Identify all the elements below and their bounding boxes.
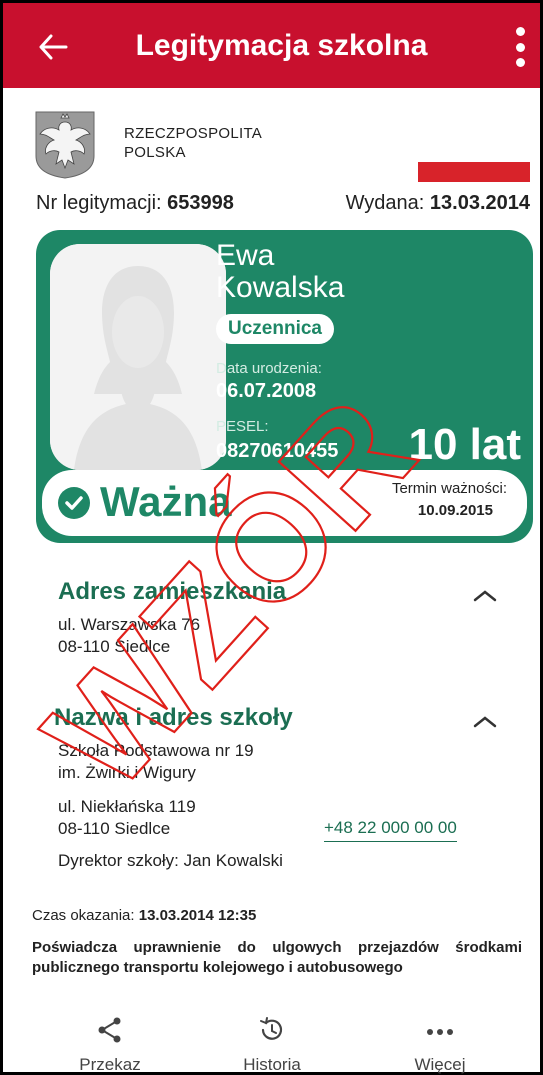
address-section-title[interactable]: Adres zamieszkania — [58, 578, 286, 606]
entitlement-note: Poświadcza uprawnienie do ulgowych przej… — [32, 939, 522, 976]
director-name: Jan Kowalski — [183, 851, 283, 870]
country-line-1: RZECZPOSPOLITA — [124, 125, 263, 142]
nav-history[interactable]: Historia — [212, 1016, 332, 1075]
nav-more-label: Więcej — [414, 1055, 466, 1074]
nav-history-label: Historia — [243, 1055, 301, 1074]
arrow-left-icon — [39, 34, 68, 60]
role-badge: Uczennica — [216, 314, 334, 344]
school-street: ul. Niekłańska 119 — [58, 797, 196, 816]
school-name-line-2: im. Żwirki i Wigury — [58, 763, 196, 782]
school-phone-link[interactable]: +48 22 000 00 00 — [324, 818, 457, 842]
id-row: Nr legitymacji: 653998 Wydana: 13.03.201… — [36, 192, 536, 215]
polish-flag — [418, 142, 530, 182]
more-vertical-icon[interactable] — [506, 21, 534, 73]
nav-share[interactable]: Przekaz — [50, 1016, 170, 1075]
id-label: Nr legitymacji: — [36, 192, 162, 214]
page-title: Legitymacja szkolna — [135, 29, 428, 62]
age-value: 10 lat — [408, 420, 521, 469]
polish-eagle-emblem — [35, 111, 95, 179]
valid-until-label: Termin ważności: — [391, 480, 507, 497]
director-label: Dyrektor szkoły: — [58, 851, 179, 870]
school-section-title[interactable]: Nazwa i adres szkoły — [54, 704, 293, 732]
last-name: Kowalska — [216, 271, 345, 304]
status-bar: Ważna Termin ważności: 10.09.2015 — [42, 470, 527, 536]
shown-value: 13.03.2014 12:35 — [138, 907, 257, 924]
issued-date: Wydana: 13.03.2014 — [346, 192, 530, 215]
address-line-1: ul. Warszawska 76 — [58, 615, 201, 634]
status-valid: Ważna — [100, 478, 232, 525]
shown-label: Czas okazania: — [32, 907, 135, 924]
first-name: Ewa — [216, 239, 275, 272]
app-bar: Legitymacja szkolna — [3, 3, 540, 88]
school-name-line-1: Szkoła Podstawowa nr 19 — [58, 741, 254, 760]
school-director: Dyrektor szkoły: Jan Kowalski — [58, 850, 283, 872]
nav-share-label: Przekaz — [79, 1055, 141, 1074]
check-circle-icon — [58, 487, 90, 519]
id-card: Ewa Kowalska Uczennica Data urodzenia: 0… — [36, 230, 533, 543]
school-city: 08-110 Siedlce — [58, 819, 171, 838]
dob-label: Data urodzenia: — [216, 360, 322, 377]
chevron-up-icon[interactable] — [470, 712, 500, 732]
photo-placeholder — [50, 244, 226, 470]
issued-label: Wydana: — [345, 192, 425, 214]
valid-until-value: 10.09.2015 — [417, 502, 493, 519]
pesel-value: 08270610455 — [216, 440, 339, 462]
person-name: Ewa Kowalska — [216, 240, 344, 304]
pesel-label: PESEL: — [216, 418, 269, 435]
issued-value: 13.03.2014 — [429, 192, 530, 214]
nav-more[interactable]: Więcej — [380, 1016, 500, 1075]
address-line-2: 08-110 Siedlce — [58, 637, 171, 656]
dob-value: 06.07.2008 — [216, 380, 317, 402]
country-name: RZECZPOSPOLITA POLSKA — [124, 124, 262, 162]
more-horizontal-icon — [427, 1029, 453, 1035]
chevron-up-icon[interactable] — [470, 586, 500, 606]
id-number: 653998 — [167, 192, 234, 214]
country-line-2: POLSKA — [124, 144, 186, 161]
shown-time: Czas okazania: 13.03.2014 12:35 — [32, 906, 256, 926]
person-silhouette-icon — [50, 244, 226, 470]
share-icon — [98, 1017, 121, 1043]
history-icon — [260, 1017, 283, 1040]
back-button[interactable] — [31, 25, 75, 69]
